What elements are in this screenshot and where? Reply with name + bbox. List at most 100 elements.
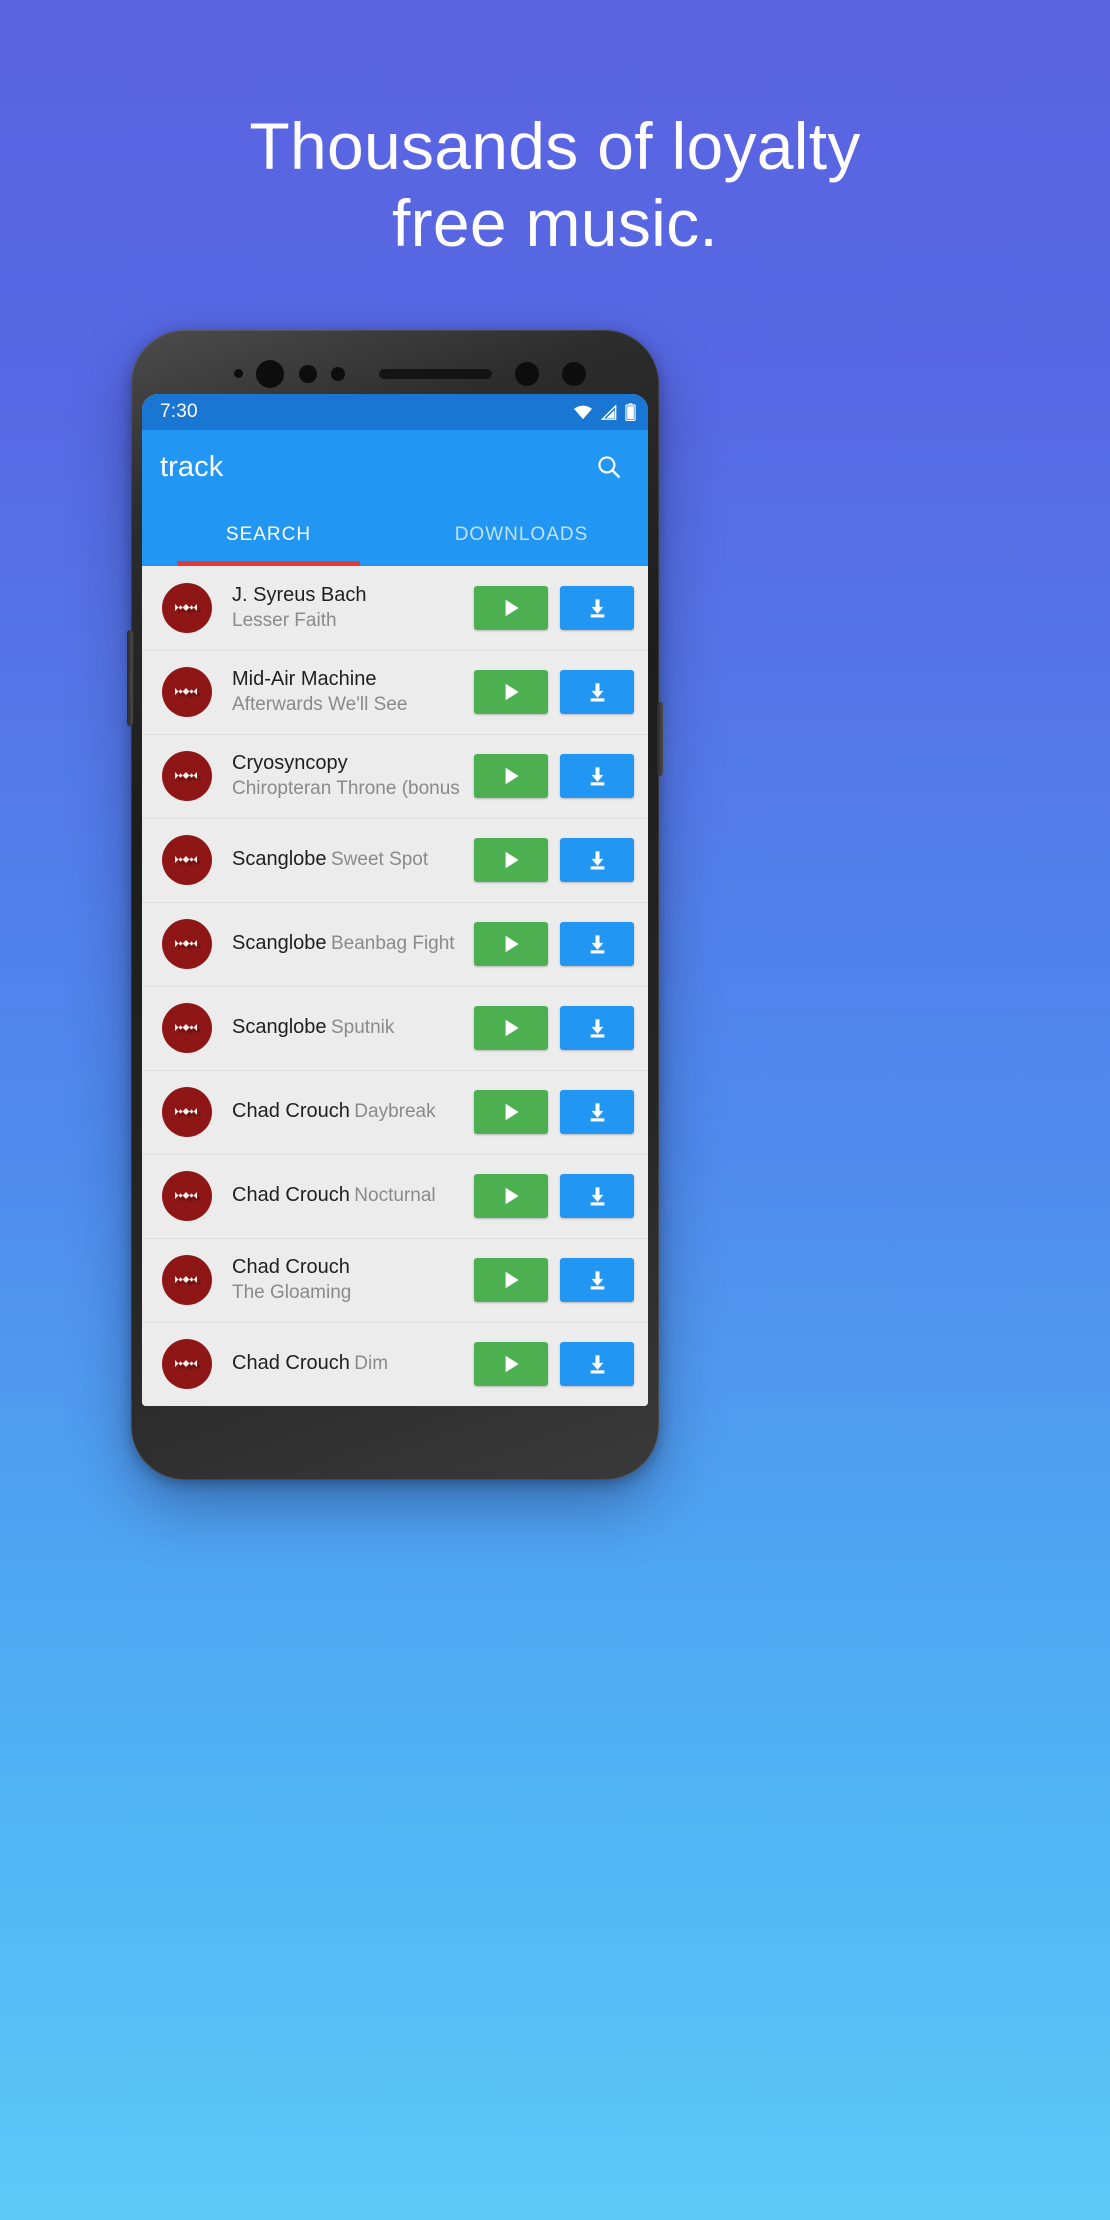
track-artist: Cryosyncopy bbox=[232, 751, 348, 774]
music-wave-logo-icon bbox=[175, 688, 201, 699]
play-button[interactable] bbox=[474, 1006, 548, 1050]
play-button[interactable] bbox=[474, 1258, 548, 1302]
play-button[interactable] bbox=[474, 586, 548, 630]
play-button[interactable] bbox=[474, 922, 548, 966]
track-meta: Scanglobe Beanbag Fight bbox=[212, 930, 474, 957]
promo-headline: Thousands of loyalty free music. bbox=[0, 108, 1110, 262]
power-button[interactable] bbox=[657, 702, 663, 776]
download-button[interactable] bbox=[560, 1090, 634, 1134]
download-button[interactable] bbox=[560, 1342, 634, 1386]
proximity-sensor-icon bbox=[299, 365, 317, 383]
music-wave-logo-icon bbox=[175, 1276, 201, 1287]
download-icon bbox=[590, 766, 604, 785]
row-actions bbox=[474, 1258, 634, 1302]
track-row-9[interactable]: Chad Crouch Dim bbox=[142, 1322, 648, 1406]
avatar bbox=[162, 583, 212, 633]
headline-line-2: free music. bbox=[391, 186, 719, 261]
track-meta: Chad Crouch Nocturnal bbox=[212, 1182, 474, 1209]
play-button[interactable] bbox=[474, 754, 548, 798]
track-title: The Gloaming bbox=[232, 1282, 352, 1304]
page-title: track bbox=[160, 450, 224, 483]
phone-bottom-bezel bbox=[131, 1418, 659, 1480]
tab-search[interactable]: SEARCH bbox=[142, 504, 395, 566]
track-artist: Mid-Air Machine bbox=[232, 667, 377, 690]
row-actions bbox=[474, 670, 634, 714]
download-button[interactable] bbox=[560, 922, 634, 966]
avatar bbox=[162, 751, 212, 801]
download-button[interactable] bbox=[560, 754, 634, 798]
play-icon bbox=[505, 1103, 519, 1121]
track-row-4[interactable]: Scanglobe Beanbag Fight bbox=[142, 902, 648, 986]
track-artist: Scanglobe bbox=[232, 932, 327, 955]
status-bar-icons bbox=[573, 403, 636, 421]
track-row-0[interactable]: J. Syreus Bach Lesser Faith bbox=[142, 566, 648, 650]
avatar bbox=[162, 919, 212, 969]
track-artist: Chad Crouch bbox=[232, 1184, 350, 1207]
track-meta: Scanglobe Sweet Spot bbox=[212, 846, 474, 873]
track-meta: Scanglobe Sputnik bbox=[212, 1014, 474, 1041]
download-button[interactable] bbox=[560, 1006, 634, 1050]
download-button[interactable] bbox=[560, 670, 634, 714]
track-title: Afterwards We'll See bbox=[232, 694, 408, 716]
play-icon bbox=[505, 599, 519, 617]
track-title: Lesser Faith bbox=[232, 610, 337, 632]
avatar bbox=[162, 835, 212, 885]
track-list[interactable]: J. Syreus Bach Lesser Faith Mid-Air Mach… bbox=[142, 566, 648, 1406]
play-button[interactable] bbox=[474, 670, 548, 714]
download-icon bbox=[590, 1186, 604, 1205]
track-meta: Cryosyncopy Chiropteran Throne (bonus bbox=[212, 750, 474, 803]
music-wave-logo-icon bbox=[175, 940, 201, 951]
play-button[interactable] bbox=[474, 838, 548, 882]
search-button[interactable] bbox=[588, 446, 630, 488]
track-meta: Chad Crouch The Gloaming bbox=[212, 1254, 474, 1307]
tab-downloads[interactable]: DOWNLOADS bbox=[395, 504, 648, 566]
play-icon bbox=[505, 1019, 519, 1037]
row-actions bbox=[474, 586, 634, 630]
track-title: Daybreak bbox=[354, 1101, 436, 1123]
play-button[interactable] bbox=[474, 1174, 548, 1218]
track-row-2[interactable]: Cryosyncopy Chiropteran Throne (bonus bbox=[142, 734, 648, 818]
track-row-6[interactable]: Chad Crouch Daybreak bbox=[142, 1070, 648, 1154]
track-row-7[interactable]: Chad Crouch Nocturnal bbox=[142, 1154, 648, 1238]
track-meta: J. Syreus Bach Lesser Faith bbox=[212, 582, 474, 635]
avatar bbox=[162, 1339, 212, 1389]
download-icon bbox=[590, 1102, 604, 1121]
download-button[interactable] bbox=[560, 838, 634, 882]
avatar bbox=[162, 1003, 212, 1053]
sensor-lens-icon bbox=[515, 362, 539, 386]
play-button[interactable] bbox=[474, 1090, 548, 1134]
light-sensor-icon bbox=[331, 367, 345, 381]
track-title: Chiropteran Throne (bonus bbox=[232, 778, 460, 800]
avatar bbox=[162, 667, 212, 717]
download-icon bbox=[590, 598, 604, 617]
track-title: Beanbag Fight bbox=[330, 933, 455, 955]
track-artist: Scanglobe bbox=[232, 848, 327, 871]
track-artist: Scanglobe bbox=[232, 1016, 327, 1039]
track-title: Nocturnal bbox=[354, 1185, 436, 1207]
sensor-lens-secondary-icon bbox=[562, 362, 586, 386]
track-row-1[interactable]: Mid-Air Machine Afterwards We'll See bbox=[142, 650, 648, 734]
volume-button[interactable] bbox=[127, 630, 133, 726]
avatar bbox=[162, 1255, 212, 1305]
download-icon bbox=[590, 934, 604, 953]
download-icon bbox=[590, 1270, 604, 1289]
music-wave-logo-icon bbox=[175, 772, 201, 783]
phone-screen: 7:30 track SEARCH DOWNLOADS J. Syreus Ba… bbox=[142, 394, 648, 1406]
music-wave-logo-icon bbox=[175, 1192, 201, 1203]
play-icon bbox=[505, 1271, 519, 1289]
play-button[interactable] bbox=[474, 1342, 548, 1386]
play-icon bbox=[505, 683, 519, 701]
phone-mockup: 7:30 track SEARCH DOWNLOADS J. Syreus Ba… bbox=[127, 330, 663, 1480]
track-row-8[interactable]: Chad Crouch The Gloaming bbox=[142, 1238, 648, 1322]
track-row-3[interactable]: Scanglobe Sweet Spot bbox=[142, 818, 648, 902]
download-button[interactable] bbox=[560, 586, 634, 630]
track-title: Sweet Spot bbox=[330, 849, 429, 871]
download-button[interactable] bbox=[560, 1174, 634, 1218]
music-wave-logo-icon bbox=[175, 1108, 201, 1119]
download-button[interactable] bbox=[560, 1258, 634, 1302]
search-icon bbox=[598, 456, 621, 479]
track-row-5[interactable]: Scanglobe Sputnik bbox=[142, 986, 648, 1070]
row-actions bbox=[474, 754, 634, 798]
track-meta: Mid-Air Machine Afterwards We'll See bbox=[212, 666, 474, 719]
row-actions bbox=[474, 1342, 634, 1386]
